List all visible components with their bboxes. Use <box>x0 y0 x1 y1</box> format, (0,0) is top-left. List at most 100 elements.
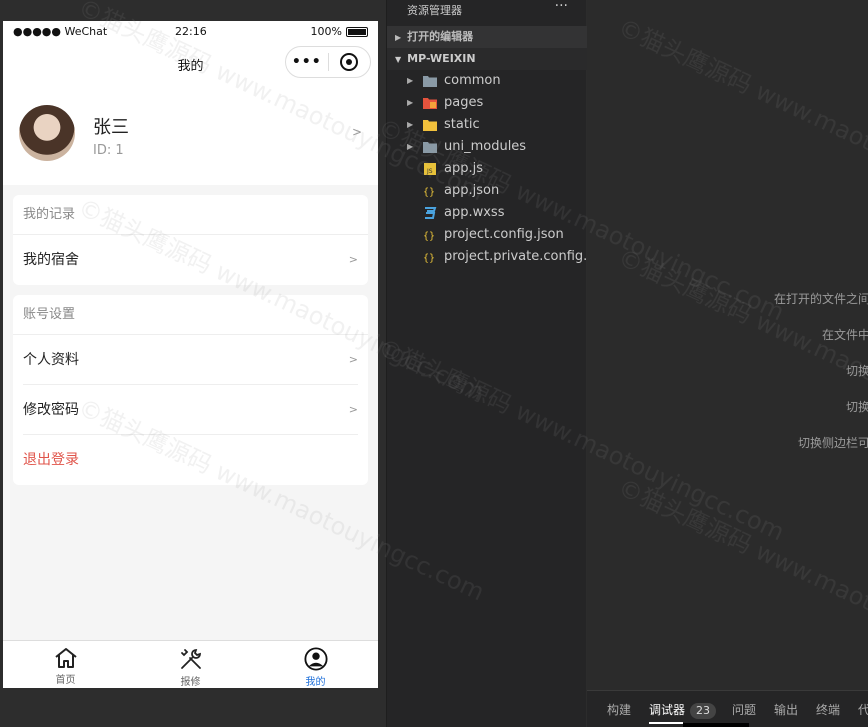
avatar <box>19 105 75 161</box>
my-dorm-row[interactable]: 我的宿舍 > <box>23 235 358 285</box>
svg-text:JS: JS <box>426 168 433 175</box>
caret-right-icon: ▶ <box>407 142 414 151</box>
home-icon <box>54 648 77 668</box>
shortcut-hint: 切换 <box>845 364 868 378</box>
caret-right-icon: ▶ <box>407 98 414 107</box>
tools-icon <box>180 649 201 669</box>
folder-icon <box>423 142 437 153</box>
open-editors-section[interactable]: ▶ 打开的编辑器 <box>387 26 587 48</box>
tab-repair[interactable]: 报修 <box>128 641 253 688</box>
json-file-icon: {} <box>423 231 435 241</box>
shortcut-hint: 在文件中 <box>821 328 868 342</box>
chevron-right-icon: > <box>351 125 362 139</box>
tab-terminal[interactable]: 终端 <box>816 701 840 718</box>
panel-indicator <box>683 723 749 727</box>
editor-area: 在打开的文件之间 在文件中 切换 切换 切换侧边栏可 <box>587 0 868 690</box>
chevron-right-icon: > <box>348 253 358 266</box>
chevron-right-icon: > <box>348 353 358 366</box>
tree-item-pages[interactable]: ▶ pages <box>387 92 587 114</box>
tree-item-common[interactable]: ▶ common <box>387 70 587 92</box>
tab-bar: 首页 报修 我的 <box>3 640 378 688</box>
tree-item-uni-modules[interactable]: ▶ uni_modules <box>387 136 587 158</box>
tree-item-app-wxss[interactable]: app.wxss <box>387 202 587 224</box>
profile-info-label: 个人资料 <box>23 352 79 368</box>
caret-right-icon: ▶ <box>407 120 414 129</box>
tree-item-app-js[interactable]: JS app.js <box>387 158 587 180</box>
tab-mine-label: 我的 <box>305 677 326 688</box>
miniprogram-capsule: ••• <box>285 46 371 78</box>
close-target-button[interactable] <box>328 53 370 71</box>
change-password-label: 修改密码 <box>23 402 79 418</box>
project-section[interactable]: ▼ MP-WEIXIN <box>387 48 587 70</box>
profile-info-row[interactable]: 个人资料 > <box>23 335 358 385</box>
tab-debugger-label: 调试器 <box>649 703 686 717</box>
svg-text:{}: {} <box>423 231 435 241</box>
active-tab-underline <box>649 722 683 724</box>
battery-icon <box>346 26 368 37</box>
tree-item-label: common <box>444 73 501 88</box>
tree-item-label: app.js <box>444 161 483 176</box>
tree-item-label: static <box>444 117 480 132</box>
tab-repair-label: 报修 <box>180 677 201 688</box>
json-file-icon: {} <box>423 187 435 197</box>
records-card: 我的记录 我的宿舍 > <box>13 195 368 285</box>
css-file-icon <box>425 207 437 219</box>
battery-percent: 100% <box>310 25 342 38</box>
tab-build[interactable]: 构建 <box>607 701 631 718</box>
logout-label: 退出登录 <box>23 452 79 468</box>
more-actions-icon[interactable]: ··· <box>555 0 568 14</box>
debugger-count-badge: 23 <box>690 703 717 719</box>
shortcut-hint: 切换 <box>845 400 868 414</box>
tab-code[interactable]: 代 <box>858 701 868 718</box>
project-label: MP-WEIXIN <box>407 52 476 65</box>
chevron-right-icon: > <box>348 403 358 416</box>
shortcut-hint: 切换侧边栏可 <box>797 436 868 450</box>
more-dots-icon[interactable]: ••• <box>286 54 328 70</box>
folder-icon <box>423 76 437 87</box>
nav-bar: 我的 ••• <box>3 43 378 85</box>
battery-status: 100% <box>311 25 368 38</box>
my-dorm-label: 我的宿舍 <box>23 252 79 268</box>
tab-output[interactable]: 输出 <box>774 701 798 718</box>
tab-problems[interactable]: 问题 <box>732 701 756 718</box>
svg-text:{}: {} <box>423 187 435 197</box>
status-bar: ●●●●● WeChat 22:16 100% <box>3 21 378 43</box>
tree-item-label: uni_modules <box>444 139 527 154</box>
clock: 22:16 <box>175 25 207 38</box>
tree-item-static[interactable]: ▶ static <box>387 114 587 136</box>
caret-right-icon: ▶ <box>407 76 414 85</box>
phone-screen: ●●●●● WeChat 22:16 100% 我的 ••• 张三 ID: 1 … <box>3 21 378 688</box>
carrier-label: ●●●●● WeChat <box>13 25 108 38</box>
records-card-header: 我的记录 <box>13 195 368 235</box>
tab-home-label: 首页 <box>55 675 76 686</box>
tab-home[interactable]: 首页 <box>3 641 128 688</box>
caret-right-icon: ▶ <box>395 33 402 42</box>
tab-mine[interactable]: 我的 <box>253 641 378 688</box>
tree-item-label: app.json <box>444 183 500 198</box>
tree-item-app-json[interactable]: {} app.json <box>387 180 587 202</box>
tree-item-label: project.private.config.js... <box>444 249 611 264</box>
tab-debugger[interactable]: 调试器 23 <box>649 701 717 719</box>
explorer-panel: 资源管理器 ··· ▶ 打开的编辑器 ▼ MP-WEIXIN ▶ common ▶ … <box>386 0 610 727</box>
tree-item-project-config[interactable]: {} project.config.json <box>387 224 587 246</box>
tree-item-project-private-config[interactable]: {} project.private.config.js... <box>387 246 610 268</box>
svg-text:{}: {} <box>423 253 435 263</box>
change-password-row[interactable]: 修改密码 > <box>23 385 358 435</box>
root: ●●●●● WeChat 22:16 100% 我的 ••• 张三 ID: 1 … <box>0 0 868 727</box>
user-avatar-icon <box>303 647 328 671</box>
caret-down-icon: ▼ <box>395 55 402 64</box>
explorer-title: 资源管理器 <box>407 4 462 17</box>
bottom-panel-tabs: 构建 调试器 23 问题 输出 终端 代 <box>587 690 868 727</box>
shortcut-hint: 在打开的文件之间 <box>773 292 868 306</box>
logout-button[interactable]: 退出登录 <box>23 435 358 485</box>
pages-folder-icon <box>423 98 437 109</box>
target-icon <box>340 53 359 71</box>
tree-item-label: pages <box>444 95 484 110</box>
tree-item-label: project.config.json <box>444 227 564 242</box>
account-card: 账号设置 个人资料 > 修改密码 > 退出登录 <box>13 295 368 485</box>
tree-item-label: app.wxss <box>444 205 505 220</box>
json-file-icon: {} <box>423 253 435 263</box>
account-card-header: 账号设置 <box>13 295 368 335</box>
user-name: 张三 <box>93 117 129 138</box>
profile-header[interactable]: 张三 ID: 1 > <box>3 85 378 185</box>
